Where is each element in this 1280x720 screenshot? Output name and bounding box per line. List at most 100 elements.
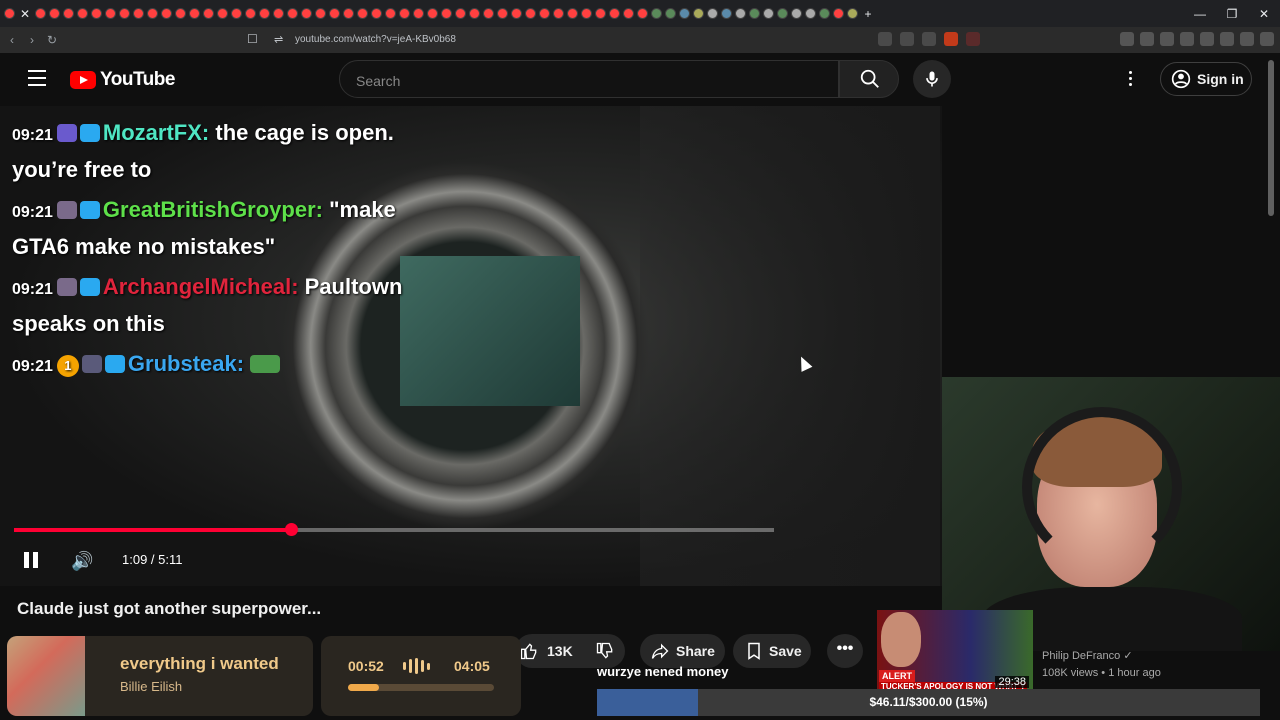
hamburger-menu-icon[interactable] bbox=[28, 70, 46, 91]
tab-list[interactable]: ✕ + bbox=[0, 7, 875, 21]
extension-icon[interactable] bbox=[1120, 32, 1134, 46]
browser-tab-favicon[interactable] bbox=[679, 8, 690, 19]
browser-tab-favicon[interactable] bbox=[567, 8, 578, 19]
share-button[interactable]: Share bbox=[640, 634, 725, 668]
browser-tab-favicon[interactable] bbox=[721, 8, 732, 19]
bookmark-icon[interactable]: ☐ bbox=[247, 32, 258, 46]
recommended-video-thumbnail[interactable]: ALERT TUCKER'S APOLOGY IS NOT WHAT Y 29:… bbox=[877, 610, 1033, 690]
browser-tab-favicon[interactable] bbox=[49, 8, 60, 19]
browser-tab-favicon[interactable] bbox=[581, 8, 592, 19]
browser-tab-favicon[interactable] bbox=[77, 8, 88, 19]
back-icon[interactable]: ‹ bbox=[2, 33, 22, 47]
browser-tab-favicon[interactable] bbox=[4, 8, 15, 19]
browser-tab-favicon[interactable] bbox=[371, 8, 382, 19]
browser-tab-favicon[interactable] bbox=[413, 8, 424, 19]
browser-tab-favicon[interactable] bbox=[175, 8, 186, 19]
browser-tab-favicon[interactable] bbox=[231, 8, 242, 19]
browser-tab-favicon[interactable] bbox=[35, 8, 46, 19]
browser-tab-favicon[interactable] bbox=[133, 8, 144, 19]
page-scrollbar[interactable] bbox=[1268, 60, 1274, 216]
browser-tab-favicon[interactable] bbox=[791, 8, 802, 19]
browser-tab-favicon[interactable] bbox=[749, 8, 760, 19]
browser-tab-favicon[interactable] bbox=[763, 8, 774, 19]
browser-tab-favicon[interactable] bbox=[497, 8, 508, 19]
browser-tab-favicon[interactable] bbox=[357, 8, 368, 19]
browser-tab-favicon[interactable] bbox=[539, 8, 550, 19]
browser-tab-favicon[interactable] bbox=[665, 8, 676, 19]
brave-shield-icon[interactable] bbox=[944, 32, 958, 46]
browser-tab-favicon[interactable] bbox=[119, 8, 130, 19]
dislike-icon[interactable] bbox=[595, 641, 615, 661]
browser-tab-favicon[interactable] bbox=[91, 8, 102, 19]
close-window-icon[interactable]: ✕ bbox=[1248, 7, 1280, 21]
browser-tab-favicon[interactable] bbox=[847, 8, 858, 19]
menu-icon[interactable] bbox=[1260, 32, 1274, 46]
browser-tab-favicon[interactable] bbox=[315, 8, 326, 19]
restore-icon[interactable]: ❐ bbox=[1216, 7, 1248, 21]
progress-bar[interactable] bbox=[14, 523, 774, 536]
reload-icon[interactable]: ↻ bbox=[42, 33, 62, 47]
search-button[interactable] bbox=[839, 60, 899, 98]
browser-tab-favicon[interactable] bbox=[651, 8, 662, 19]
browser-tab-favicon[interactable] bbox=[833, 8, 844, 19]
share-page-icon[interactable] bbox=[922, 32, 936, 46]
new-tab-icon[interactable]: + bbox=[861, 7, 875, 21]
wallet-icon[interactable] bbox=[1200, 32, 1214, 46]
browser-tab-favicon[interactable] bbox=[63, 8, 74, 19]
sign-in-button[interactable]: Sign in bbox=[1160, 62, 1252, 96]
browser-tab-favicon[interactable] bbox=[525, 8, 536, 19]
browser-tab-favicon[interactable] bbox=[217, 8, 228, 19]
browser-tab-favicon[interactable] bbox=[301, 8, 312, 19]
settings-kebab-icon[interactable] bbox=[1129, 71, 1132, 89]
browser-tab-favicon[interactable] bbox=[595, 8, 606, 19]
forward-icon[interactable]: › bbox=[22, 33, 42, 47]
browser-tab-favicon[interactable] bbox=[329, 8, 340, 19]
browser-tab-favicon[interactable] bbox=[511, 8, 522, 19]
more-actions-button[interactable]: ••• bbox=[827, 634, 863, 668]
video-player[interactable]: 09:21 MozartFX: the cage is open. you’re … bbox=[0, 106, 942, 586]
browser-tab-favicon[interactable] bbox=[105, 8, 116, 19]
browser-tab-favicon[interactable] bbox=[161, 8, 172, 19]
browser-tab-favicon[interactable] bbox=[483, 8, 494, 19]
sidebar-icon[interactable] bbox=[1180, 32, 1194, 46]
browser-tab-favicon[interactable] bbox=[735, 8, 746, 19]
browser-tab-favicon[interactable] bbox=[287, 8, 298, 19]
browser-tab-favicon[interactable] bbox=[637, 8, 648, 19]
browser-tab-favicon[interactable] bbox=[623, 8, 634, 19]
close-tab-icon[interactable]: ✕ bbox=[18, 7, 32, 21]
extension-icon[interactable] bbox=[1140, 32, 1154, 46]
browser-tab-favicon[interactable] bbox=[189, 8, 200, 19]
zoom-icon[interactable] bbox=[900, 32, 914, 46]
extension-icon[interactable] bbox=[1160, 32, 1174, 46]
browser-tab-favicon[interactable] bbox=[273, 8, 284, 19]
browser-tab-favicon[interactable] bbox=[819, 8, 830, 19]
browser-tab-favicon[interactable] bbox=[693, 8, 704, 19]
leo-icon[interactable] bbox=[1220, 32, 1234, 46]
vpn-icon[interactable] bbox=[1240, 32, 1254, 46]
browser-tab-favicon[interactable] bbox=[805, 8, 816, 19]
minimize-icon[interactable]: — bbox=[1184, 7, 1216, 21]
browser-tab-favicon[interactable] bbox=[427, 8, 438, 19]
cast-icon[interactable] bbox=[878, 32, 892, 46]
channel-name[interactable]: Philip DeFranco ✓ bbox=[1042, 649, 1133, 662]
browser-tab-favicon[interactable] bbox=[707, 8, 718, 19]
like-icon[interactable] bbox=[519, 641, 539, 661]
browser-tab-favicon[interactable] bbox=[203, 8, 214, 19]
browser-tab-favicon[interactable] bbox=[777, 8, 788, 19]
pause-button[interactable] bbox=[24, 552, 42, 568]
browser-tab-favicon[interactable] bbox=[455, 8, 466, 19]
site-info-icon[interactable]: ⇌ bbox=[274, 33, 283, 46]
url-field[interactable]: youtube.com/watch?v=jeA-KBv0b68 bbox=[295, 34, 456, 45]
volume-icon[interactable]: 🔊 bbox=[71, 551, 93, 572]
voice-search-button[interactable] bbox=[913, 60, 951, 98]
browser-tab-favicon[interactable] bbox=[469, 8, 480, 19]
browser-tab-favicon[interactable] bbox=[609, 8, 620, 19]
search-input[interactable] bbox=[354, 72, 818, 90]
browser-tab-favicon[interactable] bbox=[385, 8, 396, 19]
youtube-logo[interactable]: YouTube bbox=[70, 69, 175, 91]
browser-tab-favicon[interactable] bbox=[147, 8, 158, 19]
browser-tab-favicon[interactable] bbox=[245, 8, 256, 19]
browser-tab-favicon[interactable] bbox=[441, 8, 452, 19]
rewards-icon[interactable] bbox=[966, 32, 980, 46]
browser-tab-favicon[interactable] bbox=[343, 8, 354, 19]
